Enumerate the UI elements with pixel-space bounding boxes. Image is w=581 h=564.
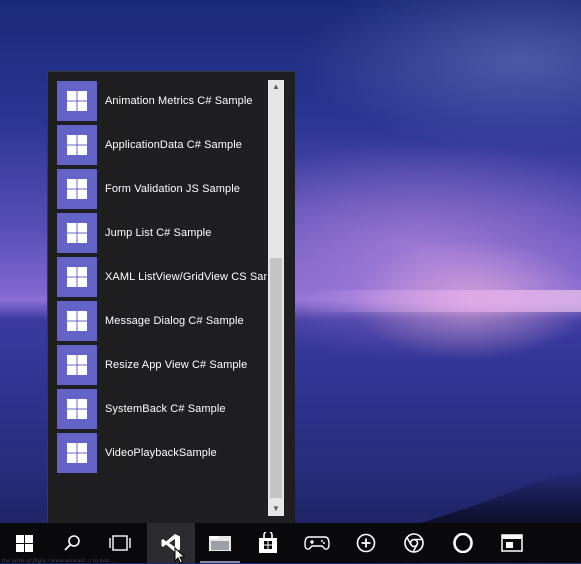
opera-taskbar-button[interactable]: [439, 523, 487, 563]
jump-list-scrollbar[interactable]: ▲ ▼: [268, 80, 284, 516]
jump-list-item[interactable]: Form Validation JS Sample: [57, 169, 267, 209]
jump-list-item-label: SystemBack C# Sample: [105, 403, 226, 415]
app-tile: [57, 169, 97, 209]
jump-list-item-label: Resize App View C# Sample: [105, 359, 248, 371]
jump-list-item-label: XAML ListView/GridView CS Sample: [105, 271, 267, 283]
jump-list-item-label: Jump List C# Sample: [105, 227, 212, 239]
jump-list-item[interactable]: Animation Metrics C# Sample: [57, 81, 267, 121]
windows-logo-icon: [67, 223, 87, 243]
task-view-button[interactable]: [96, 523, 144, 563]
jump-list-item[interactable]: VideoPlaybackSample: [57, 433, 267, 473]
jump-list-item-label: Animation Metrics C# Sample: [105, 95, 253, 107]
start-button[interactable]: [0, 523, 48, 563]
magnifier-taskbar-button[interactable]: [342, 523, 390, 563]
app-taskbar-button[interactable]: [488, 523, 536, 563]
windows-logo-icon: [67, 443, 87, 463]
jump-list-item[interactable]: Message Dialog C# Sample: [57, 301, 267, 341]
file-explorer-taskbar-button[interactable]: [196, 523, 244, 563]
jump-list-item-label: ApplicationData C# Sample: [105, 139, 243, 151]
app-window-icon: [501, 534, 523, 552]
zoom-in-icon: [356, 533, 376, 553]
jump-list-item-label: Message Dialog C# Sample: [105, 315, 244, 327]
windows-logo-icon: [67, 355, 87, 375]
task-view-icon: [109, 535, 131, 551]
chrome-taskbar-button[interactable]: [390, 523, 438, 563]
app-tile: [57, 345, 97, 385]
opera-icon: [453, 533, 473, 553]
start-windows-icon: [15, 534, 33, 552]
store-taskbar-button[interactable]: [244, 523, 292, 563]
search-button[interactable]: [48, 523, 96, 563]
windows-logo-icon: [67, 179, 87, 199]
chrome-icon: [404, 533, 424, 553]
app-tile: [57, 389, 97, 429]
scroll-up-arrow-icon[interactable]: ▲: [268, 80, 284, 94]
jump-list-item[interactable]: SystemBack C# Sample: [57, 389, 267, 429]
mouse-pointer-icon: [174, 547, 186, 564]
jump-list-item[interactable]: ApplicationData C# Sample: [57, 125, 267, 165]
jump-list-item-label: Form Validation JS Sample: [105, 183, 240, 195]
store-icon: [259, 532, 277, 553]
jump-list-item-label: VideoPlaybackSample: [105, 447, 217, 459]
windows-logo-icon: [67, 267, 87, 287]
wallpaper-watermark: the birds of flight / www.winkwit.../ to…: [2, 558, 114, 564]
search-icon: [64, 535, 80, 551]
app-tile: [57, 213, 97, 253]
windows-logo-icon: [67, 311, 87, 331]
jump-list-panel: Animation Metrics C# Sample ApplicationDa…: [47, 71, 295, 523]
app-tile: [57, 433, 97, 473]
app-tile: [57, 125, 97, 165]
xbox-controller-icon: [304, 536, 330, 550]
file-explorer-icon: [209, 536, 231, 551]
scrollbar-thumb[interactable]: [270, 258, 282, 498]
taskbar: [0, 523, 581, 563]
app-tile: [57, 257, 97, 297]
scroll-down-arrow-icon[interactable]: ▼: [268, 502, 284, 516]
windows-logo-icon: [67, 399, 87, 419]
wallpaper-hill: [421, 470, 581, 523]
windows-logo-icon: [67, 135, 87, 155]
jump-list-item[interactable]: Jump List C# Sample: [57, 213, 267, 253]
game-taskbar-button[interactable]: [293, 523, 341, 563]
jump-list-items: Animation Metrics C# Sample ApplicationDa…: [57, 81, 267, 477]
windows-logo-icon: [67, 91, 87, 111]
app-tile: [57, 301, 97, 341]
jump-list-item[interactable]: XAML ListView/GridView CS Sample: [57, 257, 267, 297]
visual-studio-taskbar-button[interactable]: [147, 523, 195, 563]
jump-list-item[interactable]: Resize App View C# Sample: [57, 345, 267, 385]
wallpaper-horizon-glow: [300, 290, 581, 312]
app-tile: [57, 81, 97, 121]
